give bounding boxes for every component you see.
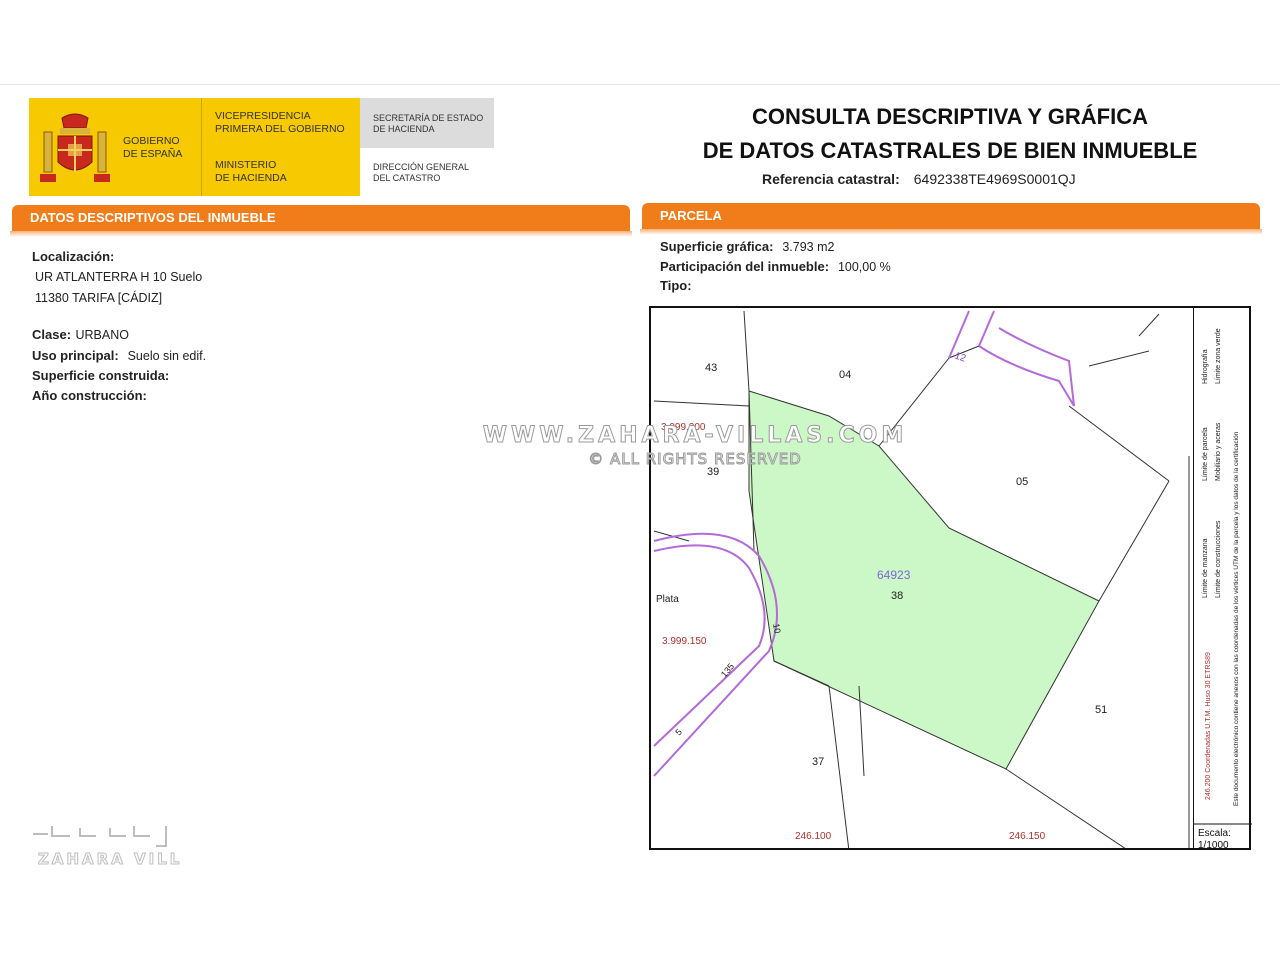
escala-label: Escala: (1198, 828, 1231, 839)
government-logo-block: GOBIERNO DE ESPAÑA VICEPRESIDENCIA PRIMERA… (29, 98, 360, 196)
clase-row: Clase: URBANO (32, 327, 129, 342)
address-line-2: 11380 TARIFA [CÁDIZ] (35, 291, 163, 305)
anio-construccion-label: Año construcción: (32, 388, 147, 403)
superficie-grafica-row: Superficie gráfica: 3.793 m2 (660, 239, 835, 254)
map-label-plata: Plata (656, 594, 679, 605)
legend-utm: 246.200 Coordenadas U.T.M. Huso 30 ETRS8… (1205, 652, 1212, 800)
map-label-12: 12 (953, 350, 968, 364)
legend-mobiliario: Mobiliario y aceras (1215, 422, 1222, 481)
localizacion-label: Localización: (32, 249, 115, 264)
coat-of-arms-icon (40, 113, 110, 182)
map-label-43: 43 (705, 362, 717, 374)
participacion-row: Participación del inmueble: 100,00 % (660, 259, 891, 274)
direccion-text: DIRECCIÓN GENERAL DEL CATASTRO (373, 162, 470, 183)
map-label-10: 10 (771, 623, 783, 635)
secretaria-text: SECRETARÍA DE ESTADO DE HACIENDA (373, 113, 484, 134)
legend-hidrografia: Hidrografía (1202, 349, 1209, 384)
coord-x-246150: 246.150 (1009, 831, 1046, 842)
map-label-135: 135 (719, 661, 736, 679)
map-label-05: 05 (1016, 476, 1028, 488)
map-label-64923: 64923 (877, 568, 911, 582)
uso-row: Uso principal: Suelo sin edif. (32, 348, 207, 363)
map-legend: Hidrografía Límite zona verde Límite de … (1193, 306, 1252, 850)
map-label-5: 5 (673, 727, 684, 738)
parcela-bar: PARCELA (640, 203, 1262, 235)
zahara-villas-logo: ZAHARA VILLAS (30, 822, 208, 872)
map-label-38: 38 (891, 590, 903, 602)
tipo-label: Tipo: (660, 278, 692, 293)
document-title: CONSULTA DESCRIPTIVA Y GRÁFICA DE DATOS … (702, 104, 1198, 163)
gobierno-text: GOBIERNO DE ESPAÑA (123, 135, 183, 160)
coord-x-246100: 246.100 (795, 831, 832, 842)
legend-parcela: Límite de parcela (1202, 427, 1209, 481)
legend-manzana: Límite de manzana (1202, 538, 1209, 598)
legend-zona-verde: Límite zona verde (1215, 328, 1222, 384)
map-label-51: 51 (1095, 704, 1107, 716)
address-line-1: UR ATLANTERRA H 10 Suelo (35, 270, 203, 284)
secretaria-block: SECRETARÍA DE ESTADO DE HACIENDA (360, 98, 494, 148)
superficie-construida-label: Superficie construida: (32, 368, 170, 383)
vicepresidencia-text: VICEPRESIDENCIA PRIMERA DEL GOBIERNO (215, 110, 345, 135)
cadastral-reference: Referencia catastral: 6492338TE4969S0001Q… (762, 171, 1076, 187)
map-drawing: 43 04 12 05 39 64923 38 51 37 Plata 10 1… (653, 310, 1190, 848)
watermark: WWW.ZAHARA-VILLAS.COM © ALL RIGHTS RESER… (482, 423, 908, 469)
map-label-37: 37 (812, 756, 824, 768)
svg-text:ZAHARA VILLAS: ZAHARA VILLAS (38, 850, 180, 868)
escala-value: 1/1000 (1198, 840, 1229, 850)
coord-y-3999150: 3.999.150 (662, 636, 707, 647)
descriptive-data-bar: DATOS DESCRIPTIVOS DEL INMUEBLE (10, 205, 632, 237)
map-label-04: 04 (839, 369, 851, 381)
legend-construcciones: Límite de construcciones (1215, 520, 1222, 598)
legend-documento: Este documento electrónico contiene anex… (1233, 431, 1240, 806)
ministerio-text: MINISTERIO DE HACIENDA (215, 159, 287, 184)
cadastral-map: 43 04 12 05 39 64923 38 51 37 Plata 10 1… (649, 306, 1251, 850)
